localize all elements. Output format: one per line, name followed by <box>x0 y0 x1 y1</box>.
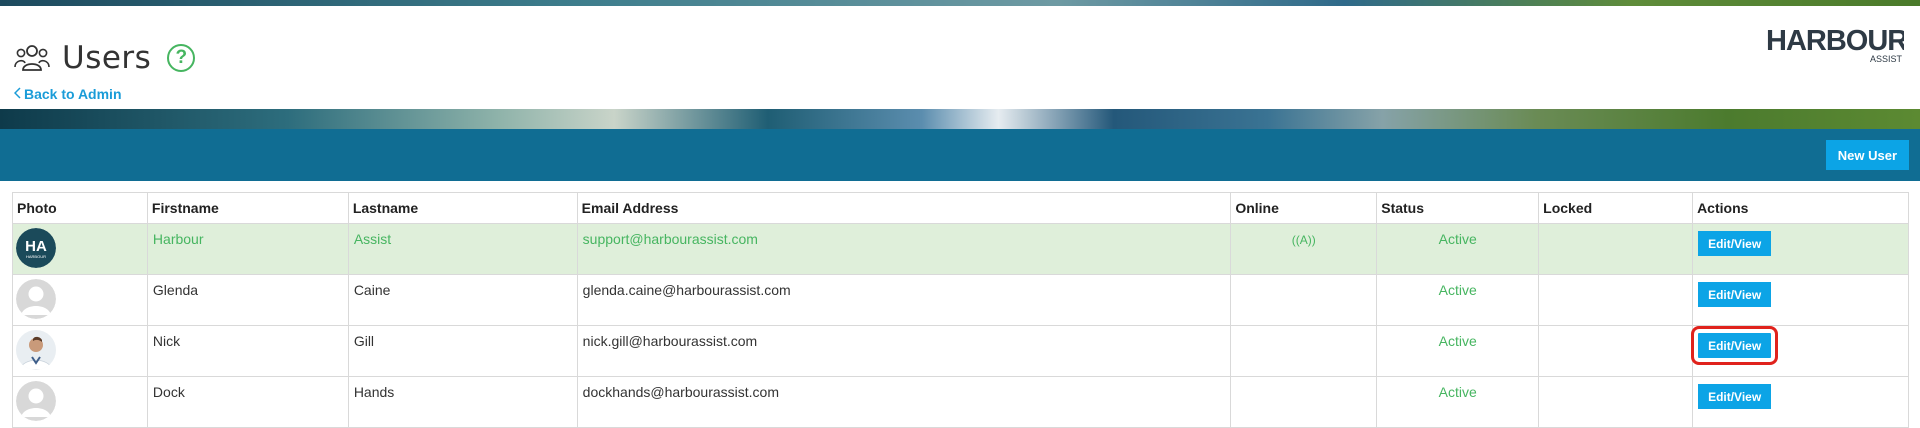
user-photo-avatar-icon <box>16 330 56 370</box>
avatar <box>16 381 56 421</box>
table-row[interactable]: Glenda Caine glenda.caine@harbourassist.… <box>12 274 1909 326</box>
firstname-cell: Harbour <box>146 223 349 275</box>
locked-cell <box>1538 274 1694 326</box>
email-cell: support@harbourassist.com <box>576 223 1232 275</box>
email-cell: glenda.caine@harbourassist.com <box>576 274 1232 326</box>
logo-text: HARBOUR <box>1766 25 1904 57</box>
actions-cell: Edit/View <box>1692 223 1909 275</box>
photo-cell <box>12 376 148 428</box>
help-icon[interactable]: ? <box>167 44 196 72</box>
users-table-wrapper: Photo Firstname Lastname Email Address O… <box>0 181 1920 428</box>
status-cell: Active <box>1376 274 1540 326</box>
table-header-row: Photo Firstname Lastname Email Address O… <box>12 192 1909 224</box>
online-cell <box>1230 274 1378 326</box>
edit-view-button[interactable]: Edit/View <box>1698 384 1772 409</box>
back-to-admin-link[interactable]: Back to Admin <box>13 86 122 102</box>
avatar <box>16 330 56 370</box>
photo-cell <box>12 325 148 377</box>
column-header[interactable]: Email Address <box>576 192 1232 224</box>
column-header[interactable]: Locked <box>1538 192 1694 224</box>
users-table: Photo Firstname Lastname Email Address O… <box>12 192 1909 428</box>
page-header: Users ? Back to Admin HARBOUR ASSIST <box>0 6 1920 109</box>
photo-cell <box>12 274 148 326</box>
email-cell: nick.gill@harbourassist.com <box>576 325 1232 377</box>
firstname-cell: Dock <box>146 376 349 428</box>
online-cell <box>1230 325 1378 377</box>
back-link-label: Back to Admin <box>24 86 122 102</box>
status-cell: Active <box>1376 325 1540 377</box>
actions-cell: Edit/View <box>1692 376 1909 428</box>
online-broadcast-icon: ((A)) <box>1291 233 1316 247</box>
page-title: Users <box>62 40 152 76</box>
locked-cell <box>1538 223 1694 275</box>
status-cell: Active <box>1376 223 1540 275</box>
column-header[interactable]: Actions <box>1692 192 1909 224</box>
locked-cell <box>1538 325 1694 377</box>
online-cell: ((A)) <box>1230 223 1378 275</box>
column-header[interactable]: Online <box>1230 192 1378 224</box>
default-user-avatar-icon <box>16 381 56 421</box>
chevron-left-icon <box>13 86 21 102</box>
avatar-logo-text: HA <box>25 238 47 255</box>
new-user-button[interactable]: New User <box>1825 140 1909 170</box>
actions-cell: Edit/View <box>1692 274 1909 326</box>
actions-cell: Edit/View <box>1691 325 1909 377</box>
table-row[interactable]: Nick Gill nick.gill@harbourassist.com Ac… <box>12 325 1909 377</box>
status-cell: Active <box>1376 376 1540 428</box>
lastname-cell: Assist <box>347 223 578 275</box>
column-header[interactable]: Photo <box>12 192 148 224</box>
locked-cell <box>1538 376 1694 428</box>
edit-view-button[interactable]: Edit/View <box>1698 231 1772 256</box>
lastname-cell: Gill <box>347 325 578 377</box>
email-cell: dockhands@harbourassist.com <box>576 376 1232 428</box>
lastname-cell: Caine <box>347 274 578 326</box>
column-header[interactable]: Firstname <box>146 192 349 224</box>
photo-cell: HA HARBOUR <box>12 223 148 275</box>
table-row[interactable]: Dock Hands dockhands@harbourassist.com A… <box>12 376 1909 428</box>
default-user-avatar-icon <box>16 279 56 319</box>
edit-view-button[interactable]: Edit/View <box>1698 282 1772 307</box>
avatar-logo-sub: HARBOUR <box>26 254 46 259</box>
online-cell <box>1230 376 1378 428</box>
users-icon <box>14 45 50 71</box>
table-row[interactable]: HA HARBOUR Harbour Assist support@harbou… <box>12 223 1909 275</box>
column-header[interactable]: Status <box>1376 192 1540 224</box>
avatar <box>16 279 56 319</box>
logo-sub: ASSIST <box>1870 54 1903 64</box>
title-row: Users ? <box>14 40 196 76</box>
harbour-logo-avatar-icon: HA HARBOUR <box>16 228 56 268</box>
avatar: HA HARBOUR <box>16 228 56 268</box>
toolbar: New User <box>0 129 1920 181</box>
column-header[interactable]: Lastname <box>347 192 578 224</box>
harbour-assist-logo: HARBOUR ASSIST <box>1766 25 1904 64</box>
edit-view-button[interactable]: Edit/View <box>1691 326 1779 365</box>
harbour-photo-banner <box>0 109 1920 129</box>
firstname-cell: Nick <box>146 325 349 377</box>
firstname-cell: Glenda <box>146 274 349 326</box>
lastname-cell: Hands <box>347 376 578 428</box>
